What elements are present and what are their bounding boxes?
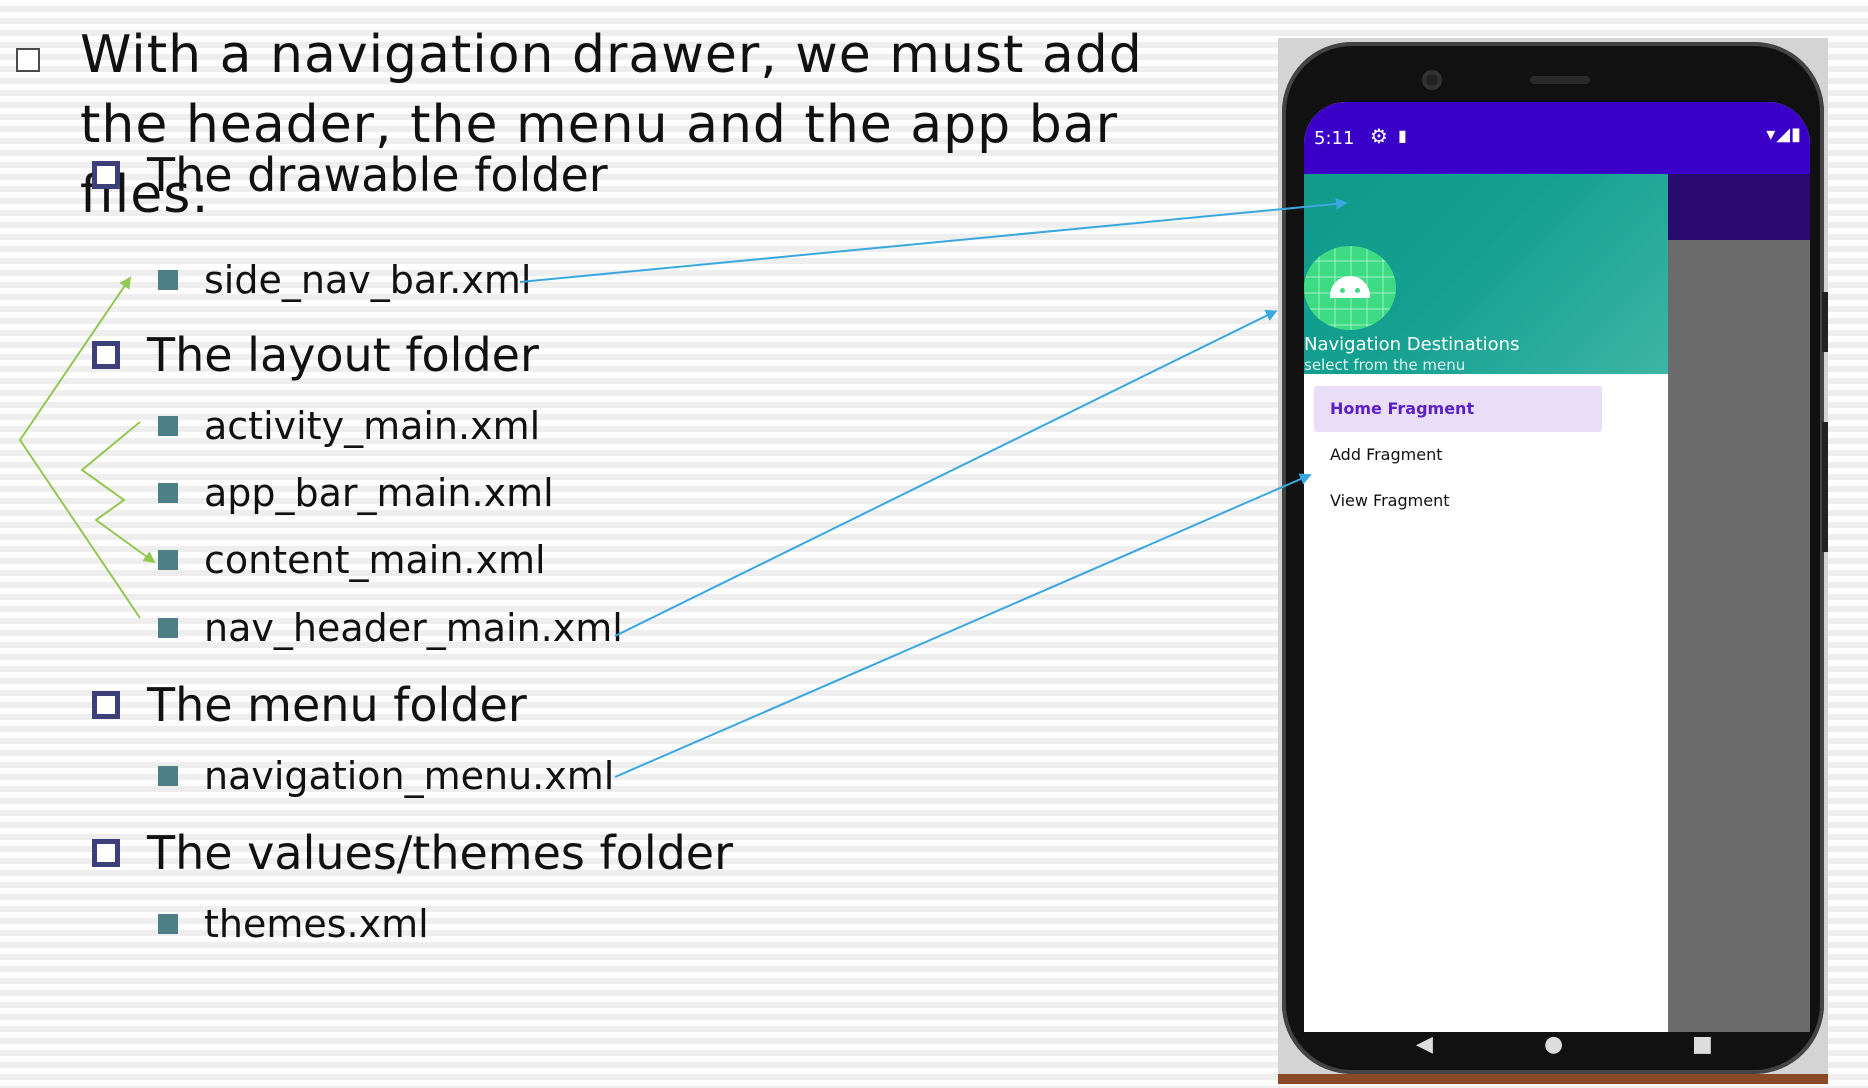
arrow-menu-to-items [614,473,1312,778]
arrow-activity-to-content [80,421,156,564]
arrow-nav-header-to-header [614,310,1278,637]
arrow-nav-header-to-drawable [18,276,141,619]
connector-arrows [18,197,1348,778]
arrow-side-nav-bar-to-header [519,197,1348,283]
